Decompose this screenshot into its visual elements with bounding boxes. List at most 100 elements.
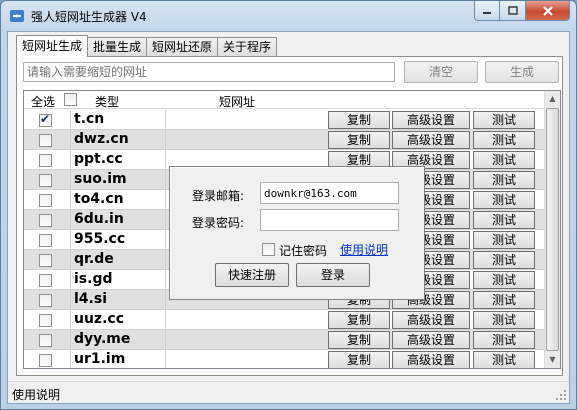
table-row[interactable]: dwz.cn 复制 高级设置 测试 bbox=[24, 130, 545, 150]
minimize-button[interactable] bbox=[474, 1, 500, 21]
test-button[interactable]: 测试 bbox=[473, 151, 535, 169]
service-type-cell: l4.si bbox=[70, 290, 166, 309]
test-button[interactable]: 测试 bbox=[473, 251, 535, 269]
service-type-cell: is.gd bbox=[70, 270, 166, 289]
advanced-settings-button[interactable]: 高级设置 bbox=[392, 351, 470, 368]
app-icon bbox=[10, 10, 24, 22]
type-column-header: 类型 bbox=[95, 95, 120, 109]
short-url-cell bbox=[166, 130, 327, 149]
tab-about[interactable]: 关于程序 bbox=[217, 37, 278, 57]
copy-button[interactable]: 复制 bbox=[328, 311, 390, 329]
row-checkbox[interactable] bbox=[39, 174, 52, 187]
row-checkbox[interactable] bbox=[39, 314, 52, 327]
service-type-cell: suo.im bbox=[70, 170, 166, 189]
test-button[interactable]: 测试 bbox=[473, 351, 535, 368]
short-url-cell bbox=[166, 110, 327, 129]
short-url-column-header: 短网址 bbox=[219, 95, 256, 109]
table-row[interactable]: ur1.im 复制 高级设置 测试 bbox=[24, 350, 545, 368]
help-link[interactable]: 使用说明 bbox=[340, 241, 388, 258]
copy-button[interactable]: 复制 bbox=[328, 131, 390, 149]
copy-button[interactable]: 复制 bbox=[328, 351, 390, 368]
email-field[interactable] bbox=[260, 182, 399, 204]
select-all-label: 全选 bbox=[31, 95, 56, 109]
copy-button[interactable]: 复制 bbox=[328, 331, 390, 349]
test-button[interactable]: 测试 bbox=[473, 111, 535, 129]
row-checkbox[interactable] bbox=[39, 134, 52, 147]
table-row[interactable]: t.cn 复制高级设置测试 bbox=[24, 110, 545, 130]
test-button[interactable]: 测试 bbox=[473, 211, 535, 229]
maximize-button[interactable] bbox=[500, 1, 526, 21]
test-button[interactable]: 测试 bbox=[473, 331, 535, 349]
select-all-checkbox[interactable] bbox=[64, 93, 77, 106]
service-type-cell: to4.cn bbox=[70, 190, 166, 209]
row-checkbox[interactable] bbox=[39, 112, 52, 127]
login-button[interactable]: 登录 bbox=[296, 263, 370, 287]
test-button[interactable]: 测试 bbox=[473, 231, 535, 249]
row-checkbox[interactable] bbox=[39, 234, 52, 247]
advanced-settings-button[interactable]: 高级设置 bbox=[392, 111, 470, 129]
short-url-cell bbox=[166, 310, 327, 329]
table-row[interactable]: uuz.cc 复制 高级设置 测试 bbox=[24, 310, 545, 330]
close-icon bbox=[542, 5, 553, 16]
client-area: 短网址生成 批量生成 短网址还原 关于程序 清空 生成 全选 类型 短网址 t.… bbox=[7, 31, 570, 404]
row-checkbox[interactable] bbox=[39, 154, 52, 167]
email-label: 登录邮箱: bbox=[192, 189, 245, 203]
tab-short-url-restore[interactable]: 短网址还原 bbox=[146, 37, 219, 57]
status-text: 使用说明 bbox=[12, 388, 61, 402]
table-row[interactable]: dyy.me 复制 高级设置 测试 bbox=[24, 330, 545, 350]
service-type-cell: ur1.im bbox=[70, 350, 166, 368]
copy-button[interactable]: 复制 bbox=[328, 111, 390, 129]
row-checkbox[interactable] bbox=[39, 294, 52, 307]
service-type-cell: ppt.cc bbox=[70, 150, 166, 169]
test-button[interactable]: 测试 bbox=[473, 171, 535, 189]
url-input[interactable] bbox=[23, 62, 395, 82]
test-button[interactable]: 测试 bbox=[473, 311, 535, 329]
maximize-icon bbox=[507, 6, 518, 15]
login-panel: 登录邮箱: 登录密码: 记住密码 使用说明 快速注册 登录 bbox=[169, 166, 425, 300]
status-bar: 使用说明 bbox=[8, 381, 569, 403]
generate-button[interactable]: 生成 bbox=[485, 61, 559, 83]
scroll-thumb[interactable] bbox=[546, 108, 559, 351]
app-window: 强人短网址生成器 V4 短网址生成 批量生成 短网址还原 关于程序 清空 生成 bbox=[0, 0, 577, 410]
advanced-settings-button[interactable]: 高级设置 bbox=[392, 311, 470, 329]
row-checkbox[interactable] bbox=[39, 214, 52, 227]
service-type-cell: dyy.me bbox=[70, 330, 166, 349]
service-type-cell: qr.de bbox=[70, 250, 166, 269]
window-controls bbox=[474, 1, 570, 21]
clear-button[interactable]: 清空 bbox=[404, 61, 478, 83]
service-type-cell: 6du.in bbox=[70, 210, 166, 229]
advanced-settings-button[interactable]: 高级设置 bbox=[392, 331, 470, 349]
short-url-cell bbox=[166, 330, 327, 349]
scroll-up-arrow-icon[interactable]: ▲ bbox=[545, 91, 560, 107]
short-url-cell bbox=[166, 350, 327, 368]
tab-short-url-generate[interactable]: 短网址生成 bbox=[16, 35, 89, 57]
test-button[interactable]: 测试 bbox=[473, 131, 535, 149]
title-bar[interactable]: 强人短网址生成器 V4 bbox=[1, 1, 576, 31]
tab-batch-generate[interactable]: 批量生成 bbox=[87, 37, 148, 57]
tab-strip: 短网址生成 批量生成 短网址还原 关于程序 bbox=[16, 35, 278, 57]
row-checkbox[interactable] bbox=[39, 274, 52, 287]
resize-grip-icon[interactable] bbox=[555, 389, 567, 401]
row-checkbox[interactable] bbox=[39, 334, 52, 347]
service-type-cell: uuz.cc bbox=[70, 310, 166, 329]
grid-header: 全选 类型 短网址 bbox=[24, 91, 545, 109]
remember-password-label: 记住密码 bbox=[279, 244, 328, 258]
close-button[interactable] bbox=[526, 1, 570, 21]
service-type-cell: 955.cc bbox=[70, 230, 166, 249]
quick-register-button[interactable]: 快速注册 bbox=[215, 263, 289, 287]
service-type-cell: t.cn bbox=[70, 110, 166, 129]
password-field[interactable] bbox=[260, 209, 399, 231]
vertical-scrollbar[interactable]: ▲ ▼ bbox=[544, 91, 560, 368]
row-checkbox[interactable] bbox=[39, 354, 52, 367]
advanced-settings-button[interactable]: 高级设置 bbox=[392, 131, 470, 149]
row-checkbox[interactable] bbox=[39, 254, 52, 267]
password-label: 登录密码: bbox=[192, 216, 245, 230]
test-button[interactable]: 测试 bbox=[473, 271, 535, 289]
row-checkbox[interactable] bbox=[39, 194, 52, 207]
test-button[interactable]: 测试 bbox=[473, 291, 535, 309]
remember-password-checkbox[interactable] bbox=[262, 243, 275, 256]
window-title: 强人短网址生成器 V4 bbox=[31, 10, 147, 24]
test-button[interactable]: 测试 bbox=[473, 191, 535, 209]
scroll-down-arrow-icon[interactable]: ▼ bbox=[545, 352, 560, 368]
service-type-cell: dwz.cn bbox=[70, 130, 166, 149]
